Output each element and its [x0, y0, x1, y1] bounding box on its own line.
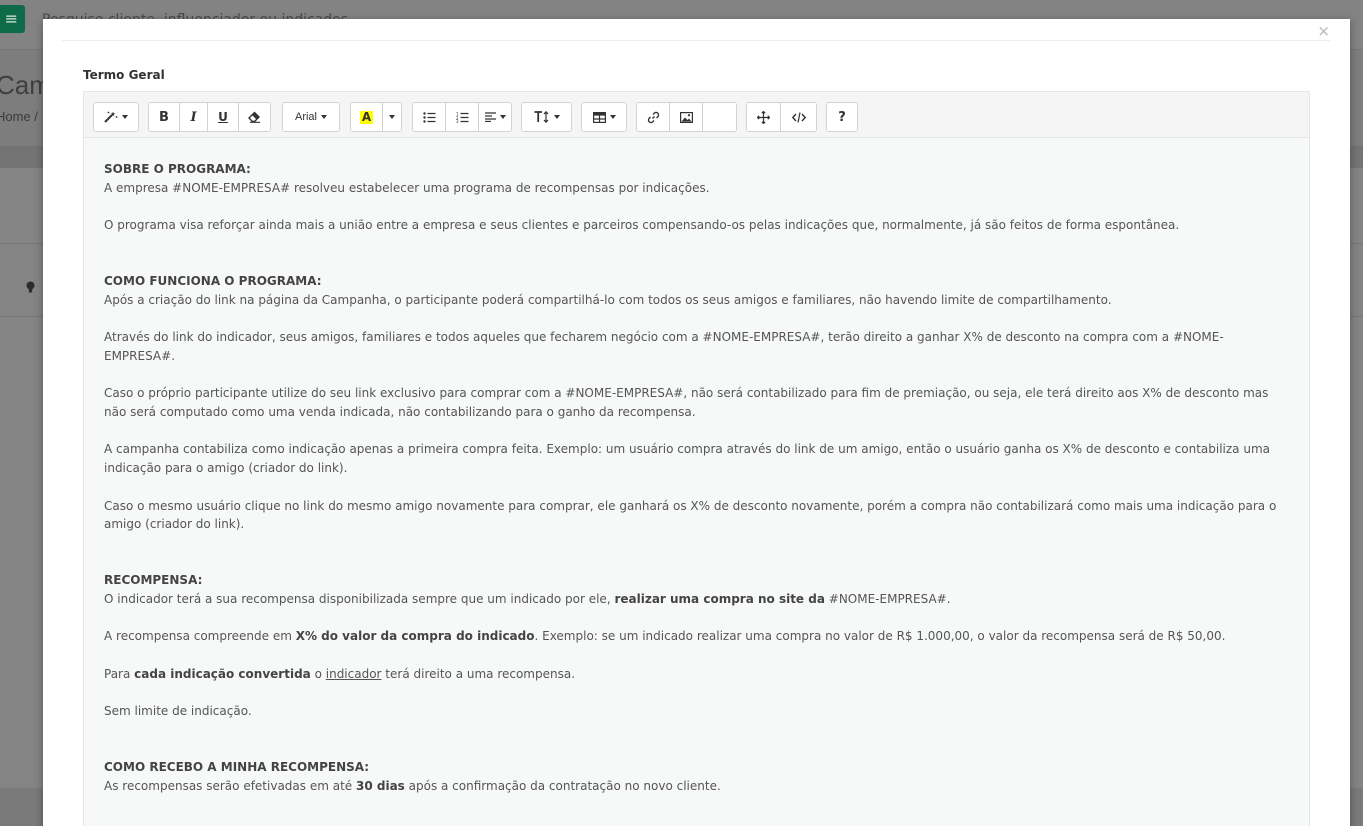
text-span: #NOME-EMPRESA#. — [824, 592, 951, 607]
text-span: . Exemplo: se um indicado realizar uma c… — [534, 629, 1226, 644]
bold-icon[interactable]: B — [149, 103, 180, 131]
rich-text-editor: B I U Arial A 1 2 3 ? SOBRE O PROGRAMA: … — [83, 91, 1310, 826]
eraser-icon[interactable] — [239, 103, 270, 131]
style-dropdown-button[interactable] — [94, 103, 138, 131]
field-label: Termo Geral — [83, 68, 165, 82]
code-view-icon[interactable] — [781, 103, 816, 131]
view-group — [746, 102, 817, 132]
italic-icon[interactable]: I — [180, 103, 208, 131]
breadcrumb[interactable]: Home / — [0, 109, 38, 124]
paragraph: Caso o mesmo usuário clique no link do m… — [104, 498, 1277, 532]
text-span: o — [310, 666, 326, 681]
highlight-color-button[interactable]: A — [351, 103, 383, 131]
table-group — [581, 102, 627, 132]
paragraph: O programa visa reforçar ainda mais a un… — [104, 218, 1180, 233]
color-dropdown-button[interactable] — [383, 103, 401, 131]
insert-group — [636, 102, 737, 132]
chevron-down-icon — [553, 115, 560, 119]
text-span: A recompensa compreende em — [104, 629, 296, 644]
paragraph: As recompensas serão efetivadas em até 3… — [104, 777, 1289, 796]
paragraph: Sem limite de indicação. — [104, 704, 252, 719]
paragraph: A campanha contabiliza como indicação ap… — [104, 442, 1270, 476]
close-icon[interactable]: × — [1317, 22, 1330, 40]
section-heading: COMO RECEBO A MINHA RECOMPENSA: — [104, 760, 370, 775]
paragraph: Através do link do indicador, seus amigo… — [104, 330, 1224, 363]
font-style-group: B I U — [148, 102, 271, 132]
underline-icon[interactable]: U — [208, 103, 239, 131]
paragraph: Para cada indicação convertida o indicad… — [104, 665, 1289, 684]
section-heading: SOBRE O PROGRAMA: — [104, 162, 251, 176]
table-dropdown-button[interactable] — [582, 103, 626, 131]
font-name-dropdown[interactable]: Arial — [283, 103, 339, 131]
underlined-text: indicador — [325, 666, 382, 681]
svg-text:3: 3 — [456, 119, 459, 123]
fullscreen-icon[interactable] — [747, 103, 781, 131]
bold-text: 30 dias — [355, 778, 405, 793]
chevron-down-icon — [389, 115, 395, 119]
paragraph: Após a criação do link na página da Camp… — [104, 292, 1112, 307]
help-group: ? — [826, 102, 858, 132]
font-name-label: Arial — [294, 111, 317, 123]
modal-dialog: × Termo Geral B I U Arial A 1 2 3 ? SOBR… — [43, 19, 1350, 826]
chevron-down-icon — [609, 115, 616, 119]
color-group: A — [350, 102, 402, 132]
line-height-dropdown[interactable] — [522, 103, 571, 131]
text-span: terá direito a uma recompensa. — [381, 666, 576, 681]
lightbulb-icon — [26, 281, 35, 297]
text-span: As recompensas serão efetivadas em até — [104, 778, 356, 793]
image-icon[interactable] — [670, 103, 703, 131]
text-span: O indicador terá a sua recompensa dispon… — [104, 592, 615, 607]
section-heading: RECOMPENSA: — [104, 573, 203, 588]
bold-text: X% do valor da compra do indicado — [295, 629, 535, 644]
text-height-icon — [534, 111, 548, 123]
line-height-group — [521, 102, 572, 132]
text-span: após a confirmação da contratação no nov… — [404, 778, 721, 793]
table-icon — [592, 111, 606, 123]
chevron-down-icon — [321, 115, 327, 119]
editor-toolbar: B I U Arial A 1 2 3 ? — [84, 92, 1309, 138]
paragraph: A recompensa compreende em X% do valor d… — [104, 627, 1289, 646]
bold-text: cada indicação convertida — [134, 666, 311, 681]
menu-icon[interactable]: ≡ — [0, 5, 25, 33]
paragraph: Caso o próprio participante utilize do s… — [104, 386, 1269, 420]
editor-content[interactable]: SOBRE O PROGRAMA: A empresa #NOME-EMPRES… — [84, 138, 1309, 826]
help-button[interactable]: ? — [827, 103, 857, 131]
magic-wand-icon — [104, 111, 118, 123]
video-icon[interactable] — [703, 103, 736, 131]
paragraph-group: 123 — [412, 102, 512, 132]
paragraph: A empresa #NOME-EMPRESA# resolveu estabe… — [104, 180, 710, 195]
modal-body: Termo Geral B I U Arial A 1 2 3 ? SOBRE … — [62, 40, 1330, 826]
link-icon[interactable] — [637, 103, 670, 131]
paragraph: O indicador terá a sua recompensa dispon… — [104, 590, 1289, 609]
section-heading: COMO FUNCIONA O PROGRAMA: — [104, 274, 322, 289]
chevron-down-icon — [499, 115, 506, 119]
align-left-icon — [484, 112, 496, 122]
text-span: Para — [104, 666, 135, 681]
style-group — [93, 102, 139, 132]
font-name-group: Arial — [282, 102, 340, 132]
chevron-down-icon — [122, 115, 128, 119]
ordered-list-icon[interactable]: 123 — [446, 103, 479, 131]
highlight-letter: A — [359, 109, 374, 124]
align-dropdown-button[interactable] — [479, 103, 511, 131]
unordered-list-icon[interactable] — [413, 103, 446, 131]
bold-text: realizar uma compra no site da — [614, 592, 825, 607]
